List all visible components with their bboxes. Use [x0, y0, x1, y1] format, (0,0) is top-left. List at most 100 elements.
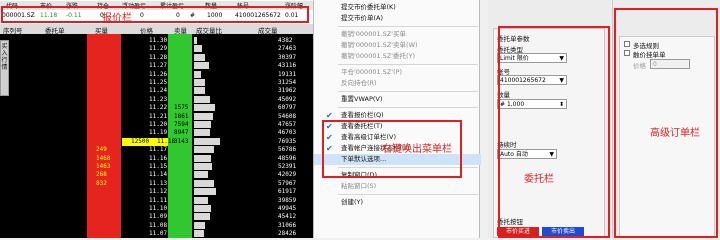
row-price[interactable]: 11.21 — [149, 113, 167, 121]
row-volume: 4382 — [278, 37, 293, 44]
menu-separator — [338, 26, 478, 27]
menu-annotation: 右键唤出菜单栏 — [382, 144, 452, 155]
row-price[interactable]: 11.14 — [149, 171, 167, 179]
menu-item[interactable]: 反向持仓(R) — [314, 78, 481, 89]
row-volume: 49945 — [278, 205, 297, 212]
menu-item[interactable]: 撤销'000001.SZ'委托(Y) — [314, 51, 481, 62]
row-price[interactable]: 11.09 — [149, 213, 167, 221]
book-row[interactable]: 11.23 45092 — [0, 95, 313, 104]
row-price[interactable]: 11.27 — [149, 62, 167, 70]
row-volume: 45092 — [278, 95, 297, 103]
book-row[interactable]: 11.11 39859 — [0, 196, 313, 205]
volume-bar — [194, 205, 211, 212]
row-volume: 56786 — [278, 146, 297, 154]
row-price[interactable]: 11.16 — [149, 155, 167, 163]
order-book[interactable]: 买入行情 11.30 4382 11.29 27463 11.28 30397 11.27 4… — [0, 34, 313, 238]
menu-item[interactable]: 提交市价单(A) — [314, 13, 481, 24]
book-row[interactable]: 11.14 268 42029 — [0, 171, 313, 179]
row-price[interactable]: 11.10 — [149, 205, 167, 213]
volume-bar — [194, 171, 208, 179]
book-row[interactable]: 11.20 7594 47657 — [0, 121, 313, 129]
volume-bar — [194, 95, 210, 103]
book-row[interactable]: 11.25 31254 — [0, 79, 313, 87]
book-row[interactable]: 11.22 1575 60797 — [0, 104, 313, 112]
row-price[interactable]: 11.30 — [149, 37, 167, 45]
volume-bar — [194, 87, 205, 95]
menu-separator — [338, 64, 478, 65]
volume-bar — [194, 221, 205, 229]
row-volume: 42029 — [278, 171, 297, 179]
book-row[interactable]: 11.27 43116 — [0, 62, 313, 70]
row-volume: 45412 — [278, 213, 297, 221]
volume-bar — [194, 53, 205, 61]
row-price[interactable]: 11.28 — [149, 54, 167, 62]
menu-item[interactable]: 粘贴窗口(S) — [314, 181, 481, 192]
menu-item[interactable]: 提交市价委托单(K) — [314, 2, 481, 13]
row-price[interactable]: 11.18 — [157, 138, 175, 146]
book-row[interactable]: 11.28 30397 — [0, 53, 313, 62]
book-row[interactable]: 11.26 19131 — [0, 70, 313, 79]
row-price[interactable]: 11.15 — [149, 163, 167, 171]
book-row[interactable]: 11.17 249 56786 — [0, 146, 313, 154]
row-buy[interactable]: 1463 — [96, 163, 110, 171]
menu-item[interactable]: 撤销'000001.SZ'卖单(W) — [314, 40, 481, 51]
book-row[interactable]: 11.29 27463 — [0, 45, 313, 53]
book-row[interactable]: 11.10 49945 — [0, 205, 313, 213]
quote-annotation-box — [1, 6, 309, 23]
row-price[interactable]: 11.07 — [149, 230, 167, 238]
row-volume: 28426 — [278, 230, 297, 238]
book-row[interactable]: 11.08 31066 — [0, 221, 313, 230]
row-buy[interactable]: 832 — [96, 180, 107, 188]
menu-item[interactable]: 撤销'000001.SZ'买单 — [314, 29, 481, 40]
book-row[interactable]: 11.21 1861 54608 — [0, 112, 313, 121]
row-price[interactable]: 11.23 — [149, 96, 167, 104]
row-buy[interactable]: 249 — [96, 146, 107, 154]
menu-item[interactable]: 重置VWAP(V) — [314, 94, 481, 105]
volume-bar — [194, 213, 210, 221]
row-volume: 52391 — [278, 163, 297, 170]
book-row[interactable]: 12500 11.18 3143 76935 — [0, 137, 313, 146]
row-sell[interactable]: 1861 — [174, 113, 188, 121]
row-price[interactable]: 11.24 — [149, 87, 167, 95]
book-row[interactable]: 11.15 1463 52391 — [0, 163, 313, 171]
row-volume: 48596 — [278, 154, 297, 162]
book-row[interactable]: 11.13 832 57967 — [0, 179, 313, 188]
row-price[interactable]: 11.25 — [149, 79, 167, 87]
row-price[interactable]: 11.19 — [149, 129, 167, 137]
row-price[interactable]: 11.17 — [149, 146, 167, 154]
book-row[interactable]: 11.19 8947 46703 — [0, 129, 313, 137]
volume-bar — [194, 121, 211, 128]
row-sell[interactable]: 8947 — [174, 129, 188, 137]
row-price[interactable]: 11.11 — [149, 197, 167, 205]
row-price[interactable]: 11.22 — [149, 104, 167, 112]
row-buy[interactable]: 1468 — [96, 155, 110, 163]
book-row[interactable]: 11.30 4382 — [0, 37, 313, 45]
volume-bar — [194, 104, 215, 112]
volume-bar — [194, 163, 212, 170]
menu-separator — [338, 194, 478, 195]
volume-bar — [194, 79, 205, 86]
book-row[interactable]: 11.09 45412 — [0, 213, 313, 221]
menu-item[interactable]: 平仓'000001.SZ'(P) — [314, 67, 481, 78]
book-row[interactable]: 11.24 31962 — [0, 87, 313, 95]
row-price[interactable]: 11.12 — [149, 188, 167, 196]
row-price[interactable]: 11.13 — [149, 180, 167, 188]
row-sell[interactable]: 3143 — [174, 138, 188, 146]
row-volume: 76935 — [278, 137, 297, 145]
row-price[interactable]: 11.08 — [149, 222, 167, 230]
volume-bar — [194, 154, 211, 162]
menu-item[interactable]: 创建(Y) — [314, 197, 481, 208]
volume-bar — [194, 188, 216, 196]
advanced-annotation: 高级订单栏 — [650, 128, 700, 139]
row-sell[interactable]: 1575 — [174, 104, 188, 112]
row-sell[interactable]: 7594 — [174, 121, 188, 129]
row-volume: 30397 — [278, 53, 297, 61]
book-row[interactable]: 11.12 61917 — [0, 188, 313, 196]
row-volume: 43116 — [278, 62, 297, 70]
book-row[interactable]: 11.16 1468 48596 — [0, 154, 313, 163]
row-buy[interactable]: 268 — [96, 171, 107, 179]
book-row[interactable]: 11.07 28426 — [0, 230, 313, 238]
row-price[interactable]: 11.29 — [149, 45, 167, 53]
row-price[interactable]: 11.26 — [149, 71, 167, 79]
row-price[interactable]: 11.20 — [149, 121, 167, 129]
